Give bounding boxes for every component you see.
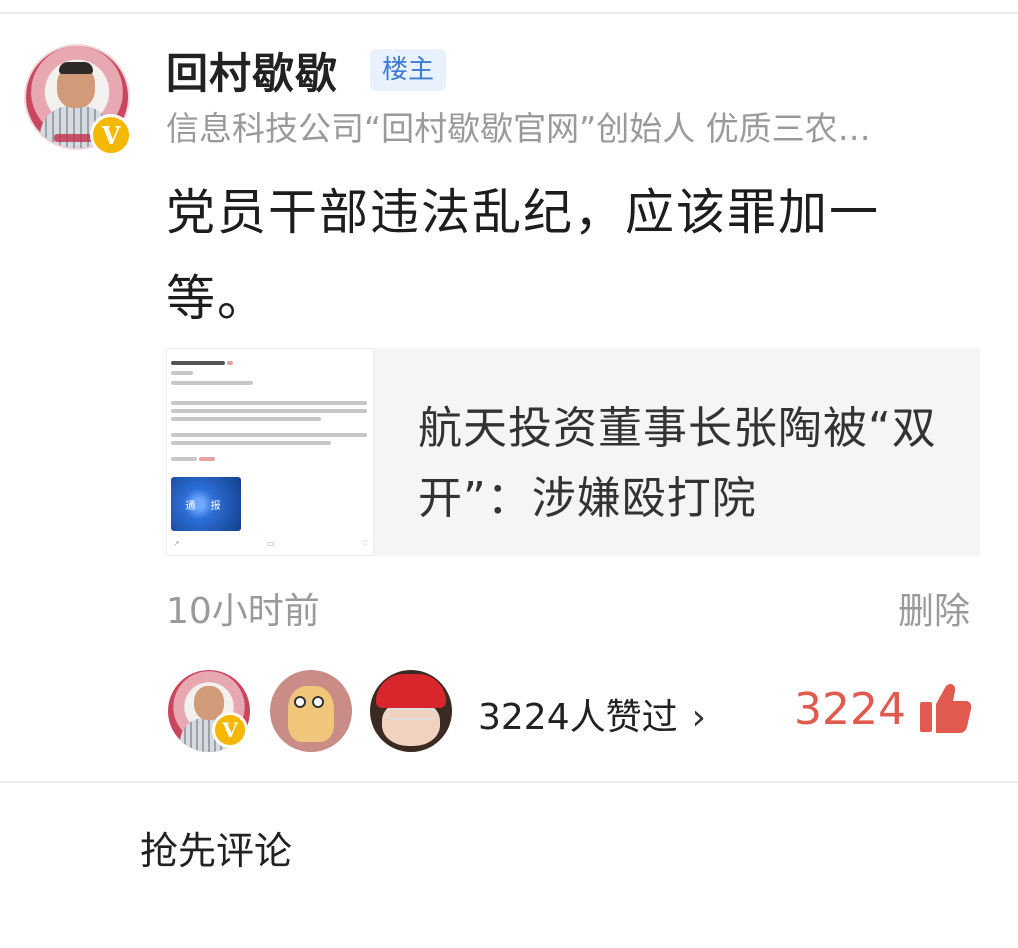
thumb-line	[171, 381, 253, 385]
section-divider	[0, 781, 1018, 783]
like-icon: ♡	[361, 539, 369, 548]
verified-v-icon: V	[90, 114, 132, 156]
post-content: 党员干部违法乱纪，应该罪加一等。	[166, 184, 881, 327]
verified-v-icon: V	[212, 712, 248, 748]
post-timestamp: 10小时前	[166, 591, 320, 632]
thumb-line	[171, 433, 367, 437]
like-count[interactable]: 3224	[794, 684, 906, 735]
avatar-eye	[312, 696, 324, 708]
author-bio: 信息科技公司“回村歇歇官网”创始人 优质三农…	[166, 109, 871, 148]
thumb-line	[171, 361, 225, 365]
avatar-cap	[376, 674, 446, 708]
shared-article-card[interactable]: 通 报 ↗ ▭ ♡ 航天投资董事长张陶被“双开”：涉嫌殴打院	[166, 348, 980, 556]
comment-icon: ▭	[266, 539, 275, 548]
thumb-line	[171, 409, 367, 413]
avatar-eye	[294, 696, 306, 708]
article-title: 航天投资董事长张陶被“双开”：涉嫌殴打院	[418, 403, 937, 524]
article-thumbnail: 通 报 ↗ ▭ ♡	[166, 348, 374, 556]
thumb-line	[171, 441, 331, 445]
thumbnail-banner: 通 报	[171, 477, 241, 531]
likers-link[interactable]: 3224人赞过 ›	[478, 688, 706, 740]
thumb-line	[171, 371, 193, 375]
share-icon: ↗	[173, 539, 180, 548]
author-name[interactable]: 回村歇歇	[166, 40, 338, 101]
comment-prompt[interactable]: 抢先评论	[140, 820, 292, 875]
chevron-right-icon: ›	[691, 697, 707, 738]
thumbnail-actions: ↗ ▭ ♡	[173, 539, 369, 548]
author-avatar[interactable]: V	[24, 44, 132, 156]
thumbs-up-icon[interactable]	[918, 682, 972, 734]
thumb-line	[199, 457, 215, 461]
likers-summary: 3224人赞过	[478, 697, 678, 738]
thumb-line	[227, 361, 233, 365]
avatar-hair	[59, 62, 93, 74]
top-divider	[0, 12, 1018, 14]
delete-button[interactable]: 删除	[898, 582, 970, 634]
avatar-figure	[288, 686, 334, 742]
avatar-glasses	[386, 708, 436, 720]
thumb-line	[171, 417, 321, 421]
liker-avatar[interactable]	[370, 670, 452, 752]
thumb-line	[171, 401, 367, 405]
thumb-line	[171, 457, 197, 461]
liker-avatar[interactable]	[270, 670, 352, 752]
op-badge: 楼主	[370, 49, 447, 91]
